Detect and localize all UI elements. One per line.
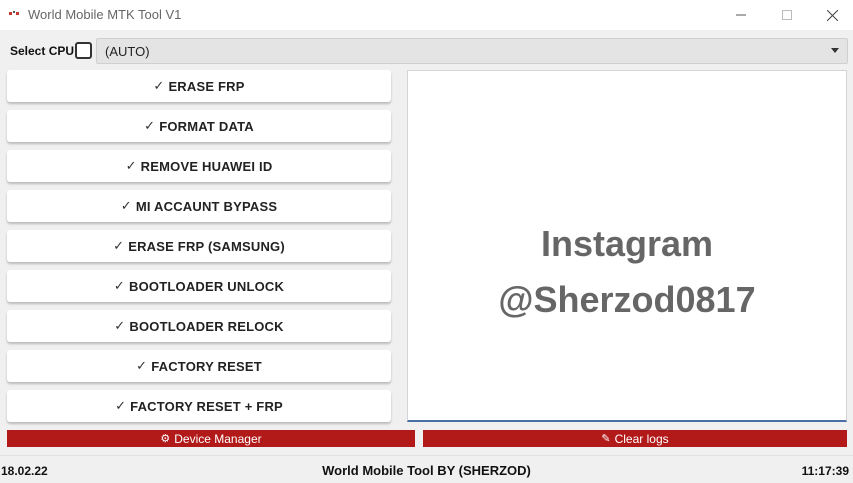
bootloader-relock-button[interactable]: ✓ BOOTLOADER RELOCK xyxy=(7,310,391,342)
mi-account-bypass-label: MI ACCAUNT BYPASS xyxy=(135,198,278,214)
check-icon: ✓ xyxy=(136,358,148,373)
app-logo-icon xyxy=(9,11,19,15)
close-button[interactable] xyxy=(809,0,853,30)
cpu-label: Select CPU: xyxy=(10,44,79,58)
check-icon: ✓ xyxy=(144,118,156,133)
pencil-icon: ✎ xyxy=(601,433,611,445)
log-panel[interactable]: Instagram @Sherzod0817 xyxy=(407,70,847,422)
minimize-button[interactable] xyxy=(718,0,764,30)
factory-reset-frp-label: FACTORY RESET + FRP xyxy=(130,398,283,414)
check-icon: ✓ xyxy=(113,278,126,293)
remove-huawei-id-button[interactable]: ✓ REMOVE HUAWEI ID xyxy=(7,150,391,182)
factory-reset-button[interactable]: ✓ FACTORY RESET xyxy=(7,350,391,382)
erase-frp-button[interactable]: ✓ ERASE FRP xyxy=(7,70,391,102)
maximize-button[interactable] xyxy=(764,0,810,30)
promo-line-1: Instagram xyxy=(540,223,714,264)
title-bar[interactable]: World Mobile MTK Tool V1 xyxy=(0,0,853,30)
gear-icon: ⚙ xyxy=(160,433,171,445)
status-bar: 18.02.22 World Mobile Tool BY (SHERZOD) … xyxy=(0,455,853,483)
check-icon: ✓ xyxy=(115,398,127,413)
promo-line-2: @Sherzod0817 xyxy=(498,279,756,320)
check-icon: ✓ xyxy=(120,198,132,213)
cpu-select[interactable]: (AUTO) xyxy=(96,38,848,64)
minimize-icon xyxy=(736,14,746,16)
bootloader-relock-label: BOOTLOADER RELOCK xyxy=(129,318,284,334)
bootloader-unlock-button[interactable]: ✓ BOOTLOADER UNLOCK xyxy=(7,270,391,302)
erase-frp-samsung-label: ERASE FRP (SAMSUNG) xyxy=(128,238,285,254)
window-title: World Mobile MTK Tool V1 xyxy=(28,7,182,22)
app-window: World Mobile MTK Tool V1 Select CPU: (AU… xyxy=(0,0,853,483)
format-data-button[interactable]: ✓ FORMAT DATA xyxy=(7,110,391,142)
clear-logs-button[interactable]: ✎ Clear logs xyxy=(423,430,847,447)
check-icon: ✓ xyxy=(125,158,137,173)
mi-account-bypass-button[interactable]: ✓ MI ACCAUNT BYPASS xyxy=(7,190,391,222)
status-time: 11:17:39 xyxy=(801,464,849,478)
check-icon: ✓ xyxy=(113,238,125,253)
format-data-label: FORMAT DATA xyxy=(159,118,254,134)
bootloader-unlock-label: BOOTLOADER UNLOCK xyxy=(129,278,285,294)
remove-huawei-id-label: REMOVE HUAWEI ID xyxy=(140,158,273,174)
maximize-icon xyxy=(782,10,792,20)
device-manager-button[interactable]: ⚙ Device Manager xyxy=(7,430,415,447)
chevron-down-icon xyxy=(831,48,839,53)
factory-reset-frp-button[interactable]: ✓ FACTORY RESET + FRP xyxy=(7,390,391,422)
status-title: World Mobile Tool BY (SHERZOD) xyxy=(322,463,531,478)
close-icon xyxy=(826,9,838,21)
factory-reset-label: FACTORY RESET xyxy=(151,358,262,374)
device-manager-label: Device Manager xyxy=(174,431,262,446)
cpu-checkbox[interactable] xyxy=(75,42,92,59)
erase-frp-label: ERASE FRP xyxy=(168,78,245,94)
cpu-select-value: (AUTO) xyxy=(105,44,150,59)
clear-logs-label: Clear logs xyxy=(614,431,669,446)
erase-frp-samsung-button[interactable]: ✓ ERASE FRP (SAMSUNG) xyxy=(7,230,391,262)
check-icon: ✓ xyxy=(114,318,126,333)
check-icon: ✓ xyxy=(153,78,165,93)
